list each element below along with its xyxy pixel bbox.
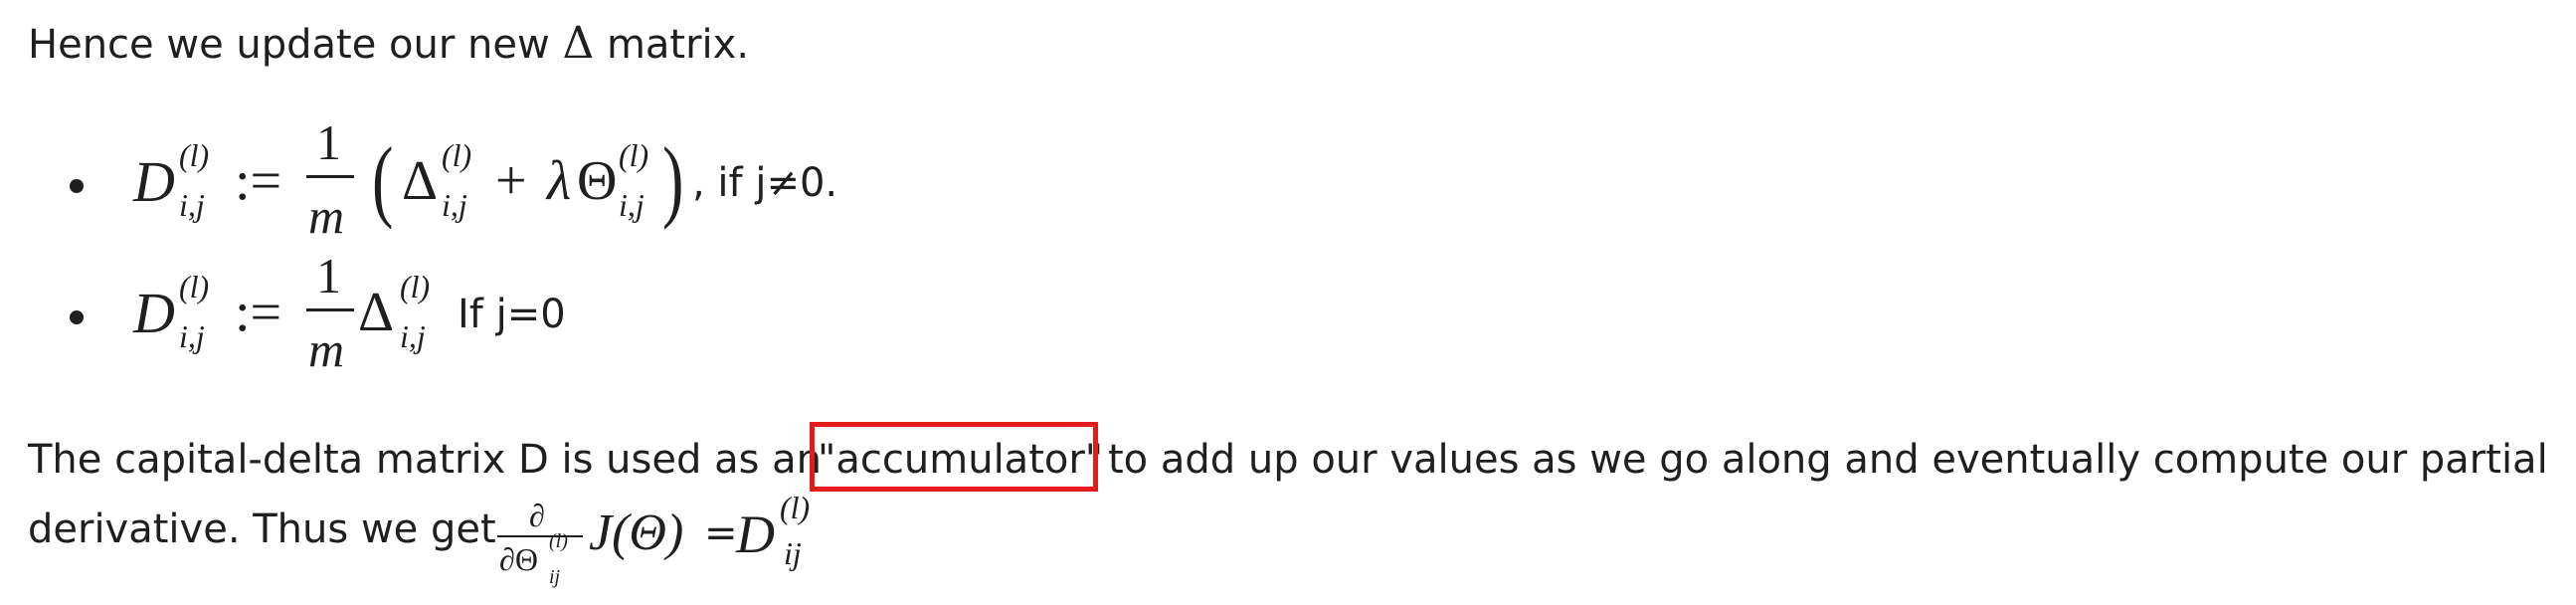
page: { "intro": { "text_before": "Hence we up…: [0, 0, 2576, 605]
bullet-dot-1: [70, 179, 84, 193]
formula-1-delta-subscript: i,j: [442, 187, 467, 223]
formula-1-close-paren: ): [662, 128, 684, 230]
intro-text-after: matrix.: [606, 22, 750, 68]
formula-2-D: D: [133, 281, 175, 345]
formula-1-numerator: 1: [316, 114, 341, 170]
formula-2-fraction-bar: [306, 308, 354, 311]
formula-1-theta-subscript: i,j: [619, 187, 644, 223]
paragraph-line-1: The capital-delta matrix D is used as an: [28, 440, 822, 480]
formula-1-denominator: m: [308, 188, 345, 244]
intro-line: Hence we update our new Δ matrix.: [28, 22, 749, 66]
J-expression: J(Θ): [589, 504, 684, 561]
D-result-superscript: (l): [780, 490, 811, 525]
formula-1-open-paren: (: [372, 128, 394, 230]
theta-subscript: ij: [549, 566, 561, 588]
formula-1-assign: :=: [235, 150, 282, 212]
partial-fraction-bar: [497, 535, 583, 537]
partial-numerator: ∂: [529, 498, 545, 533]
paragraph-text-before: The capital-delta matrix D is used as an: [28, 437, 823, 483]
paragraph-text-after: to add up our values as we go along and …: [1108, 437, 2548, 483]
formula-2-delta: Δ: [358, 282, 395, 343]
formula-1-condition: , if j≠0.: [692, 160, 838, 206]
partial-denominator: ∂Θ: [499, 541, 538, 577]
theta-superscript: (l): [549, 530, 568, 552]
D-result-subscript: ij: [784, 535, 802, 571]
formula-2-D-subscript: i,j: [179, 318, 205, 354]
bullet-dot-2: [70, 310, 84, 324]
D-result: D: [736, 504, 775, 564]
formula-2-condition: If j=0: [458, 292, 566, 337]
formula-1-theta-superscript: (l): [619, 137, 649, 173]
formula-1-D-subscript: i,j: [179, 187, 205, 223]
formula-2-D-superscript: (l): [179, 269, 210, 304]
highlight-box: [810, 422, 1098, 492]
formula-2-numerator: 1: [316, 248, 341, 303]
formula-1-delta-superscript: (l): [442, 137, 472, 173]
intro-text-before: Hence we update our new: [28, 22, 550, 68]
formula-1-delta: Δ: [402, 150, 439, 212]
equals-sign: =: [704, 510, 738, 556]
formula-1-D-superscript: (l): [179, 137, 210, 173]
formula-1-D: D: [133, 149, 175, 214]
formula-1-lambda: λ: [547, 150, 572, 212]
formula-2-delta-subscript: i,j: [400, 318, 426, 354]
delta-symbol: Δ: [562, 18, 595, 69]
formula-2-assign: :=: [235, 282, 282, 343]
formula-1-theta: Θ: [577, 150, 618, 212]
formula-2-denominator: m: [308, 321, 345, 377]
paragraph-line-2: derivative. Thus we get: [28, 506, 496, 552]
formula-1-plus: +: [495, 150, 527, 212]
formula-2-delta-superscript: (l): [400, 269, 431, 304]
formula-1-fraction-bar: [306, 175, 354, 178]
